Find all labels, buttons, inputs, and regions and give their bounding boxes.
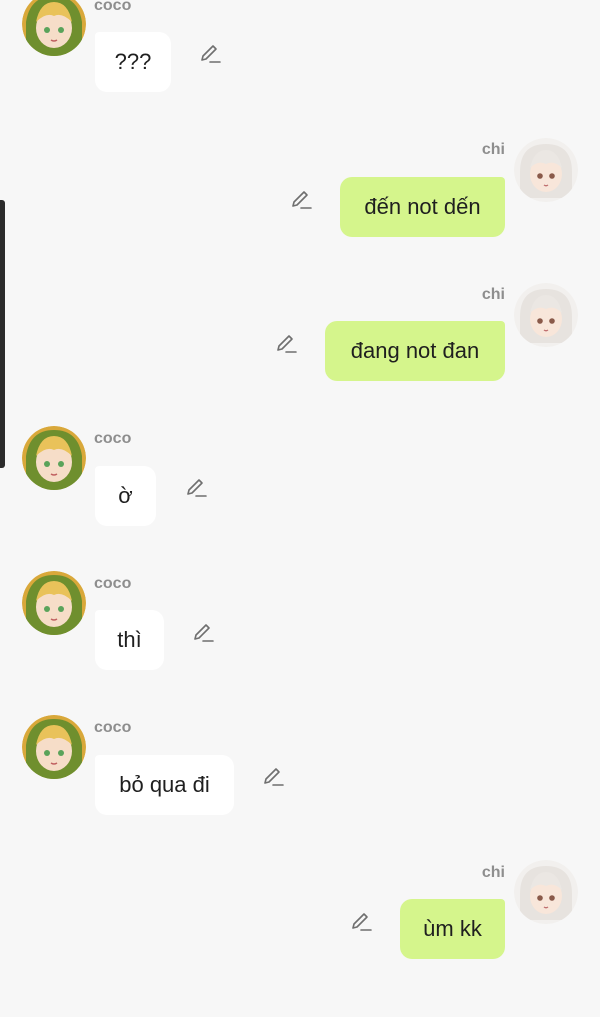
avatar-chi[interactable] — [514, 860, 578, 924]
edit-icon[interactable] — [289, 188, 313, 212]
message-bubble[interactable]: đang not đan — [325, 321, 505, 381]
sender-name: coco — [94, 575, 132, 592]
avatar-coco[interactable] — [22, 571, 86, 635]
avatar-coco[interactable] — [22, 426, 86, 490]
blonde-girl-avatar-icon — [22, 426, 86, 490]
edit-icon[interactable] — [191, 621, 215, 645]
edit-icon[interactable] — [274, 332, 298, 356]
scrollbar[interactable] — [0, 200, 5, 468]
sender-name: coco — [94, 430, 132, 447]
message-bubble[interactable]: ??? — [95, 32, 171, 92]
message-bubble[interactable]: ùm kk — [400, 899, 505, 959]
blonde-girl-avatar-icon — [22, 571, 86, 635]
message-bubble[interactable]: ờ — [95, 466, 156, 526]
edit-icon[interactable] — [198, 42, 222, 66]
blonde-girl-avatar-icon — [22, 0, 86, 56]
message-bubble[interactable]: đến not dến — [340, 177, 505, 237]
sender-name: chi — [481, 286, 505, 303]
avatar-chi[interactable] — [514, 138, 578, 202]
edit-icon[interactable] — [184, 476, 208, 500]
sender-name: chi — [481, 864, 505, 881]
sender-name: chi — [481, 141, 505, 158]
avatar-chi[interactable] — [514, 283, 578, 347]
blonde-girl-avatar-icon — [22, 715, 86, 779]
avatar-coco[interactable] — [22, 0, 86, 56]
message-bubble[interactable]: bỏ qua đi — [95, 755, 234, 815]
sender-name: coco — [94, 0, 132, 14]
avatar-coco[interactable] — [22, 715, 86, 779]
sender-name: coco — [94, 719, 132, 736]
white-hair-girl-avatar-icon — [514, 860, 578, 924]
white-hair-girl-avatar-icon — [514, 283, 578, 347]
message-bubble[interactable]: thì — [95, 610, 164, 670]
edit-icon[interactable] — [261, 765, 285, 789]
white-hair-girl-avatar-icon — [514, 138, 578, 202]
edit-icon[interactable] — [349, 910, 373, 934]
